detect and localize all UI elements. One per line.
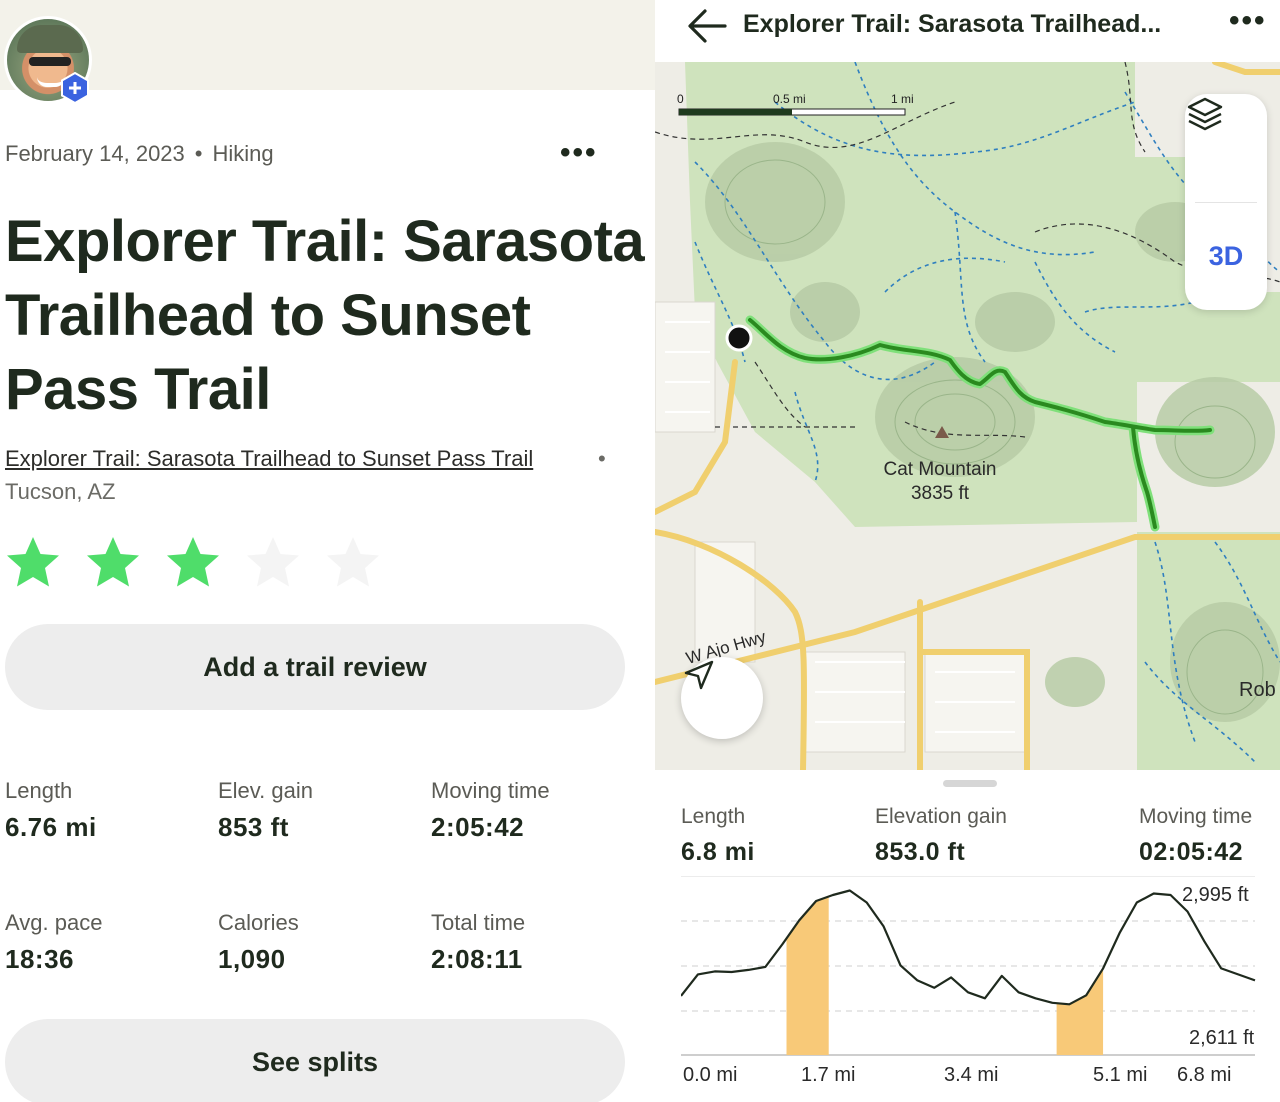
x-axis-label-4: 6.8 mi	[1177, 1064, 1232, 1086]
layers-icon	[1187, 97, 1223, 131]
scale-label-0: 0	[677, 92, 684, 106]
layers-button[interactable]	[1185, 94, 1267, 202]
summary-moving-label: Moving time	[1139, 805, 1253, 828]
stat-moving-value: 2:05:42	[431, 812, 525, 842]
more-options-icon[interactable]: •••	[1229, 4, 1267, 38]
3d-toggle-button[interactable]: 3D	[1185, 202, 1267, 310]
star-empty-icon[interactable]	[244, 534, 302, 592]
trail-map[interactable]: 0 0.5 mi 1 mi Cat Mountain 3835 ft W Ajo…	[655, 62, 1280, 770]
stat-moving-label: Moving time	[431, 778, 550, 803]
scale-label-1: 1 mi	[891, 92, 914, 106]
activity-type: Hiking	[212, 141, 274, 166]
stat-calories-value: 1,090	[218, 944, 286, 974]
x-axis-label-3: 5.1 mi	[1093, 1064, 1148, 1086]
start-marker-icon	[725, 324, 753, 352]
map-header: Explorer Trail: Sarasota Trailhead... ••…	[655, 0, 1280, 62]
stat-total-label: Total time	[431, 910, 526, 935]
scale-bar-filled	[679, 109, 792, 115]
x-axis-label-1: 1.7 mi	[801, 1064, 856, 1086]
stat-length-value: 6.76 mi	[5, 812, 97, 842]
see-splits-button[interactable]: See splits	[5, 1019, 625, 1102]
navigation-arrow-icon	[684, 660, 714, 690]
summary-length-value: 6.8 mi	[681, 838, 755, 866]
summary-elev-value: 853.0 ft	[875, 838, 966, 866]
location: Tucson, AZ	[5, 479, 116, 504]
activity-meta: February 14, 2023 • Hiking	[5, 141, 274, 167]
activity-date: February 14, 2023	[5, 141, 185, 166]
peak-name: Cat Mountain	[883, 459, 997, 480]
y-axis-label-max: 2,995 ft	[1182, 884, 1249, 906]
sheet-drag-handle[interactable]	[943, 780, 997, 787]
star-filled-icon[interactable]	[4, 534, 62, 592]
star-empty-icon[interactable]	[324, 534, 382, 592]
map-title: Explorer Trail: Sarasota Trailhead...	[743, 10, 1162, 38]
back-arrow-icon[interactable]	[685, 6, 729, 46]
meta-separator: •	[194, 141, 203, 166]
locate-me-button[interactable]	[681, 657, 763, 739]
peak-label: Cat Mountain 3835 ft	[865, 458, 1015, 506]
map-panel: Explorer Trail: Sarasota Trailhead... ••…	[655, 0, 1280, 1102]
stat-length-label: Length	[5, 778, 73, 803]
star-filled-icon[interactable]	[164, 534, 222, 592]
stat-calories-label: Calories	[218, 910, 299, 935]
plus-membership-badge-icon	[61, 72, 89, 104]
activity-details-panel: February 14, 2023 • Hiking ••• Explorer Tr…	[0, 0, 655, 1102]
add-trail-review-button[interactable]: Add a trail review	[5, 624, 625, 710]
scale-label-half: 0.5 mi	[773, 92, 806, 106]
x-axis-label-0: 0.0 mi	[683, 1064, 738, 1086]
stat-pace-label: Avg. pace	[5, 910, 103, 935]
peak-elevation: 3835 ft	[910, 483, 970, 504]
more-options-icon[interactable]: •••	[560, 136, 598, 170]
summary-elev-label: Elevation gain	[875, 805, 1007, 828]
stat-total-value: 2:08:11	[431, 944, 523, 974]
star-rating[interactable]	[4, 534, 382, 592]
stat-pace-value: 18:36	[5, 944, 74, 974]
stat-elev-label: Elev. gain	[218, 778, 313, 803]
star-filled-icon[interactable]	[84, 534, 142, 592]
map-controls: 3D	[1185, 94, 1267, 310]
stat-elev-value: 853 ft	[218, 812, 289, 842]
link-separator: •	[598, 446, 606, 471]
summary-length-label: Length	[681, 805, 746, 828]
elevation-line	[681, 889, 1256, 1006]
y-axis-label-min: 2,611 ft	[1189, 1027, 1255, 1049]
map-edge-label: Rob	[1239, 679, 1276, 701]
climb-highlight-0	[786, 896, 829, 1055]
x-axis-label-2: 3.4 mi	[944, 1064, 999, 1086]
header-band	[0, 0, 655, 90]
summary-moving-value: 02:05:42	[1139, 838, 1244, 866]
trail-link[interactable]: Explorer Trail: Sarasota Trailhead to Su…	[5, 446, 533, 472]
page-title: Explorer Trail: Sarasota Trailhead to Su…	[5, 209, 645, 422]
